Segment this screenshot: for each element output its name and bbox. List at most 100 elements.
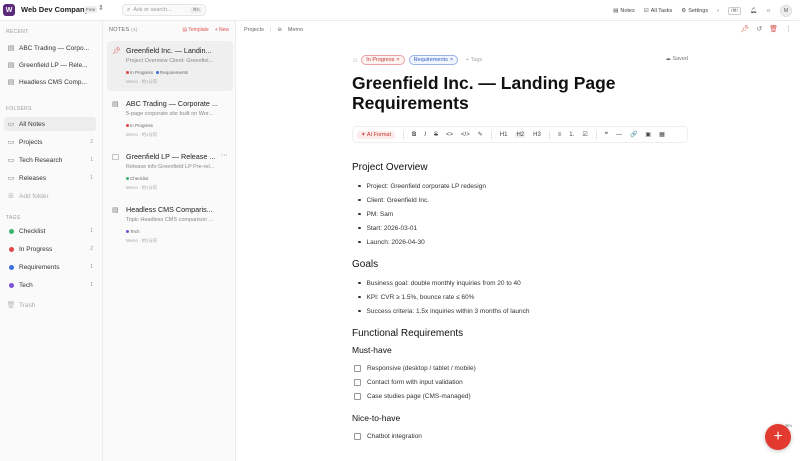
breadcrumb-projects[interactable]: Projects	[244, 27, 264, 33]
ordered-list-button[interactable]: 1.	[569, 132, 574, 138]
note-item[interactable]: ☐ Greenfield LP — Release ... ⋯ Release …	[107, 147, 233, 197]
task-checkbox[interactable]	[354, 364, 361, 372]
note-item[interactable]: ▤ ABC Trading — Corporate ... 5-page cor…	[107, 94, 233, 144]
tag-chip-label: Requirements	[413, 57, 448, 63]
bullet-list-button[interactable]: ≡	[558, 132, 562, 138]
folder-item-projects[interactable]: ▭ Projects 2	[4, 135, 96, 149]
add-tag-button[interactable]: + Tags	[466, 57, 482, 63]
document-icon: ▤	[7, 62, 15, 69]
list-item: Success criteria: 1.5x inquiries within …	[352, 304, 732, 318]
page-title[interactable]: Greenfield Inc. — Landing Page Requireme…	[352, 73, 652, 113]
notes-header: NOTES (4)	[109, 27, 138, 33]
new-note-button[interactable]: + New	[215, 27, 229, 33]
theme-toggle-icon[interactable]: ☼	[766, 8, 771, 14]
trash-icon[interactable]: 🗑︎	[769, 25, 778, 33]
template-label: Template	[188, 27, 209, 33]
all-tasks-nav-button[interactable]: ☑ All Tasks	[644, 8, 673, 14]
inline-code-button[interactable]: <>	[446, 132, 453, 138]
close-icon[interactable]: ×	[396, 57, 399, 63]
link-button[interactable]: 🔗	[630, 131, 637, 138]
heading1-button[interactable]: H1	[500, 132, 508, 138]
document-icon: ▤	[112, 207, 119, 214]
document-content[interactable]: Project Overview Project: Greenfield cor…	[352, 162, 732, 443]
tasks-icon: ☑	[643, 7, 649, 14]
folder-item-tech-research[interactable]: ▭ Tech Research 1	[4, 153, 96, 167]
folder-item-all-notes[interactable]: ▭ All Notes	[4, 117, 96, 131]
notes-panel: NOTES (4) ▤ Template + New 📌︎ Greenfield…	[103, 21, 236, 461]
history-icon[interactable]: ↺	[756, 25, 762, 33]
note-item[interactable]: ▤ Headless CMS Comparis... Topic Headles…	[107, 200, 233, 250]
divider-button[interactable]: —	[616, 132, 622, 138]
breadcrumb-memo[interactable]: Memo	[288, 27, 303, 33]
note-tags: In Progress Requirements	[126, 70, 188, 75]
chevron-updown-icon[interactable]: ⇕	[98, 4, 104, 12]
task-checkbox[interactable]	[354, 392, 361, 400]
tag-item-requirements[interactable]: Requirements 1	[4, 260, 96, 274]
image-button[interactable]: ▣	[645, 131, 651, 138]
shortcut-button[interactable]: /⌘/	[727, 6, 741, 15]
add-folder-label: Add folder	[19, 192, 49, 200]
folder-count: 1	[90, 175, 93, 181]
tag-item-in-progress[interactable]: In Progress 2	[4, 242, 96, 256]
folders-section-label: FOLDERS	[6, 106, 32, 112]
recent-item[interactable]: ▤ ABC Trading — Corpo...	[4, 41, 96, 55]
template-button[interactable]: ▤ Template	[182, 27, 208, 33]
tag-row: ⌂ In Progress × Requirements × + Tags	[353, 55, 482, 65]
recent-item[interactable]: ▤ Headless CMS Comp...	[4, 75, 96, 89]
italic-button[interactable]: I	[424, 132, 426, 138]
tag-chip-requirements[interactable]: Requirements ×	[408, 55, 459, 65]
ai-format-button[interactable]: ✦ AI Format	[357, 130, 395, 139]
note-preview: Project Overview Client: Greenfiel...	[126, 58, 214, 64]
search-input[interactable]: ⌕ Ask or search... ⌘K	[122, 4, 206, 16]
trash-item[interactable]: 🗑︎ Trash	[4, 298, 96, 312]
heading2-button[interactable]: H2	[515, 131, 526, 138]
list-item: KPI: CVR ≥ 1.5%, bounce rate ≤ 60%	[352, 290, 732, 304]
bell-icon[interactable]: 🔔︎	[750, 8, 757, 14]
tag-item-checklist[interactable]: Checklist 1	[4, 224, 96, 238]
more-options-icon[interactable]: ⋮	[785, 25, 792, 33]
note-item[interactable]: 📌︎ Greenfield Inc. — Landin... Project O…	[107, 41, 233, 91]
chevron-right-icon[interactable]: ›	[717, 8, 719, 14]
workspace-logo[interactable]: W	[3, 4, 15, 16]
strikethrough-button[interactable]: S	[434, 132, 438, 138]
note-tags: In Progress	[126, 123, 153, 128]
note-preview: 5-page corporate site built on Wor...	[126, 111, 214, 117]
tag-chip-in-progress[interactable]: In Progress ×	[361, 55, 405, 65]
bold-button[interactable]: B	[412, 132, 416, 138]
tag-item-tech[interactable]: Tech 1	[4, 278, 96, 292]
highlight-button[interactable]: ✎	[478, 131, 483, 138]
note-tags: Tech	[126, 229, 140, 234]
avatar[interactable]: M	[780, 4, 792, 17]
recent-item-label: Greenfield LP — Rele...	[19, 61, 88, 69]
pin-icon[interactable]: 📌︎	[740, 25, 749, 33]
document-icon: ▤	[112, 101, 119, 108]
saved-label: Saved	[672, 56, 688, 62]
table-button[interactable]: ▦	[659, 131, 665, 138]
recent-section-label: RECENT	[6, 29, 29, 35]
list-item: Project: Greenfield corporate LP redesig…	[352, 179, 732, 193]
close-icon[interactable]: ×	[450, 57, 453, 63]
task-checkbox[interactable]	[354, 378, 361, 386]
folder-item-releases[interactable]: ▭ Releases 1	[4, 171, 96, 185]
tag-chip-label: In Progress	[366, 57, 395, 63]
add-folder-button[interactable]: ⊞ Add folder	[4, 189, 96, 203]
code-block-button[interactable]: </>	[461, 132, 470, 138]
search-icon: ⌕	[127, 6, 131, 13]
tag-label: Checklist	[19, 227, 46, 235]
checkbox-icon[interactable]: ☐	[112, 153, 119, 162]
task-item: Case studies page (CMS-managed)	[352, 389, 732, 403]
task-checkbox[interactable]	[354, 432, 361, 440]
notes-nav-button[interactable]: ▤ Notes	[613, 8, 635, 14]
settings-nav-button[interactable]: ⚙ Settings	[681, 8, 708, 14]
note-title: Greenfield LP — Release ...	[126, 152, 216, 161]
settings-label: Settings	[688, 7, 709, 14]
folder-icon: ▭	[7, 121, 15, 128]
pin-icon[interactable]: 📌︎	[112, 47, 121, 55]
recent-item[interactable]: ▤ Greenfield LP — Rele...	[4, 58, 96, 72]
workspace-name[interactable]: Web Dev Company	[21, 5, 89, 14]
trash-icon: 🗑︎	[6, 302, 16, 309]
task-list-button[interactable]: ☑	[582, 131, 587, 138]
more-options-icon[interactable]: ⋯	[221, 151, 228, 159]
quote-button[interactable]: ❝	[605, 131, 608, 138]
heading3-button[interactable]: H3	[533, 132, 541, 138]
